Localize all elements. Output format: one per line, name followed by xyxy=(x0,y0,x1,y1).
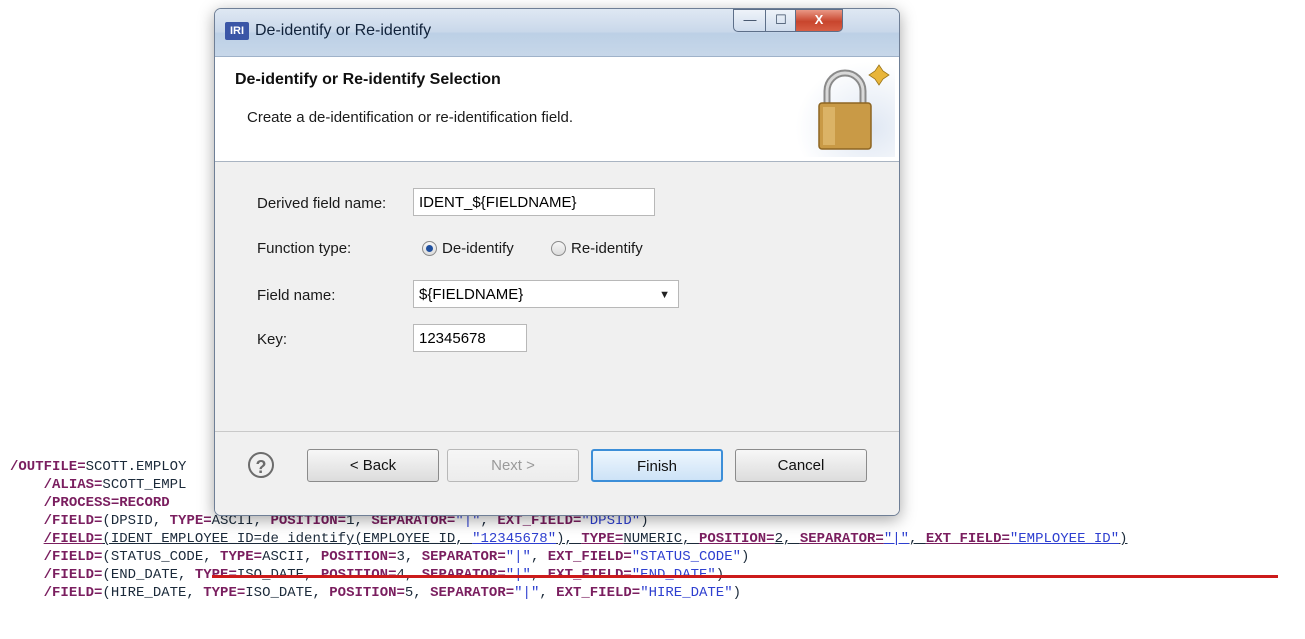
title-bar[interactable]: IRI De-identify or Re-identify — ☐ X xyxy=(215,9,899,57)
key-label: Key: xyxy=(257,331,288,348)
code-line: /FIELD=(STATUS_CODE, TYPE=ASCII, POSITIO… xyxy=(10,548,1128,566)
code-token: 3, xyxy=(396,549,422,565)
code-token: , xyxy=(909,531,926,547)
code-token: RECORD xyxy=(119,495,170,511)
code-token: SCOTT.EMPLOY xyxy=(85,459,187,475)
code-token: /PROCESS= xyxy=(43,495,120,511)
code-token: ) xyxy=(741,549,750,565)
highlight-underline xyxy=(212,575,1278,578)
maximize-button[interactable]: ☐ xyxy=(765,9,797,32)
code-token: "|" xyxy=(505,549,531,565)
close-button[interactable]: X xyxy=(795,9,843,32)
finish-button[interactable]: Finish xyxy=(591,449,723,482)
code-token: (IDENT_EMPLOYEE_ID=de_identify(EMPLOYEE_… xyxy=(102,531,473,547)
de-identify-label[interactable]: De-identify xyxy=(442,240,514,257)
help-icon[interactable]: ? xyxy=(248,452,274,478)
code-token: "12345678" xyxy=(472,531,557,547)
code-token: , xyxy=(530,549,548,565)
code-token: TYPE= xyxy=(220,549,263,565)
code-token: ISO_DATE, xyxy=(245,585,330,601)
code-token: NUMERIC, xyxy=(623,531,699,547)
code-token: ) xyxy=(1119,531,1128,547)
code-token: "|" xyxy=(514,585,540,601)
de-identify-radio[interactable] xyxy=(422,241,437,256)
field-name-select[interactable]: ${FIELDNAME} ▼ xyxy=(413,280,679,308)
code-token: , xyxy=(539,585,557,601)
page-description: Create a de-identification or re-identif… xyxy=(247,109,574,126)
radio-selected-dot xyxy=(426,245,433,252)
button-bar: ? < Back Next > Finish Cancel xyxy=(215,432,899,515)
code-token: SCOTT_EMPL xyxy=(102,477,187,493)
code-token: POSITION= xyxy=(329,585,405,601)
code-token: ), xyxy=(556,531,582,547)
code-token: EXT_FIELD= xyxy=(547,549,632,565)
code-token: /FIELD= xyxy=(43,585,103,601)
code-token: ASCII, xyxy=(262,549,321,565)
chevron-down-icon[interactable]: ▼ xyxy=(659,281,670,309)
app-logo-icon: IRI xyxy=(225,22,249,40)
dialog-window: IRI De-identify or Re-identify — ☐ X De-… xyxy=(214,8,900,516)
code-token: (HIRE_DATE, xyxy=(102,585,204,601)
code-token: /OUTFILE= xyxy=(10,459,86,475)
code-token: (END_DATE, xyxy=(102,567,195,583)
code-token: TYPE= xyxy=(581,531,624,547)
code-token: "EMPLOYEE_ID" xyxy=(1009,531,1120,547)
code-token: (STATUS_CODE, xyxy=(102,549,221,565)
derived-field-input[interactable]: IDENT_${FIELDNAME} xyxy=(413,188,655,216)
page-title: De-identify or Re-identify Selection xyxy=(235,71,501,88)
code-token: "HIRE_DATE" xyxy=(640,585,733,601)
code-token: ) xyxy=(732,585,742,601)
code-token: 5, xyxy=(404,585,431,601)
cancel-button[interactable]: Cancel xyxy=(735,449,867,482)
derived-field-label: Derived field name: xyxy=(257,195,387,212)
code-token: "|" xyxy=(883,531,910,547)
code-line: /FIELD=(HIRE_DATE, TYPE=ISO_DATE, POSITI… xyxy=(10,584,1128,602)
code-token: SEPARATOR= xyxy=(799,531,884,547)
code-token: TYPE= xyxy=(203,585,246,601)
re-identify-label[interactable]: Re-identify xyxy=(571,240,643,257)
back-button[interactable]: < Back xyxy=(307,449,439,482)
code-token: POSITION= xyxy=(320,549,397,565)
code-token: /FIELD= xyxy=(43,567,103,583)
function-type-label: Function type: xyxy=(257,240,352,257)
code-token: SEPARATOR= xyxy=(421,549,506,565)
code-token: "STATUS_CODE" xyxy=(631,549,741,565)
form-area: Derived field name: IDENT_${FIELDNAME} F… xyxy=(215,162,899,431)
code-token: /FIELD= xyxy=(43,549,103,565)
code-token: 2, xyxy=(774,531,800,547)
code-token: (DPSID, xyxy=(102,513,170,529)
code-token: /ALIAS= xyxy=(43,477,103,493)
re-identify-radio[interactable] xyxy=(551,241,566,256)
field-name-label: Field name: xyxy=(257,287,336,304)
code-token: EXT_FIELD= xyxy=(925,531,1010,547)
code-token: EXT_FIELD= xyxy=(556,585,641,601)
code-line: /FIELD=(IDENT_EMPLOYEE_ID=de_identify(EM… xyxy=(10,530,1128,548)
field-name-value: ${FIELDNAME} xyxy=(419,286,524,303)
minimize-button[interactable]: — xyxy=(733,9,767,32)
code-token: POSITION= xyxy=(698,531,775,547)
next-button[interactable]: Next > xyxy=(447,449,579,482)
code-token: /FIELD= xyxy=(43,513,103,529)
code-token: /FIELD= xyxy=(43,531,103,547)
window-title: De-identify or Re-identify xyxy=(255,22,432,39)
key-input[interactable]: 12345678 xyxy=(413,324,527,352)
code-token: TYPE= xyxy=(169,513,212,529)
code-token: SEPARATOR= xyxy=(430,585,515,601)
padlock-icon xyxy=(795,61,895,157)
wizard-banner: De-identify or Re-identify Selection Cre… xyxy=(215,57,899,162)
